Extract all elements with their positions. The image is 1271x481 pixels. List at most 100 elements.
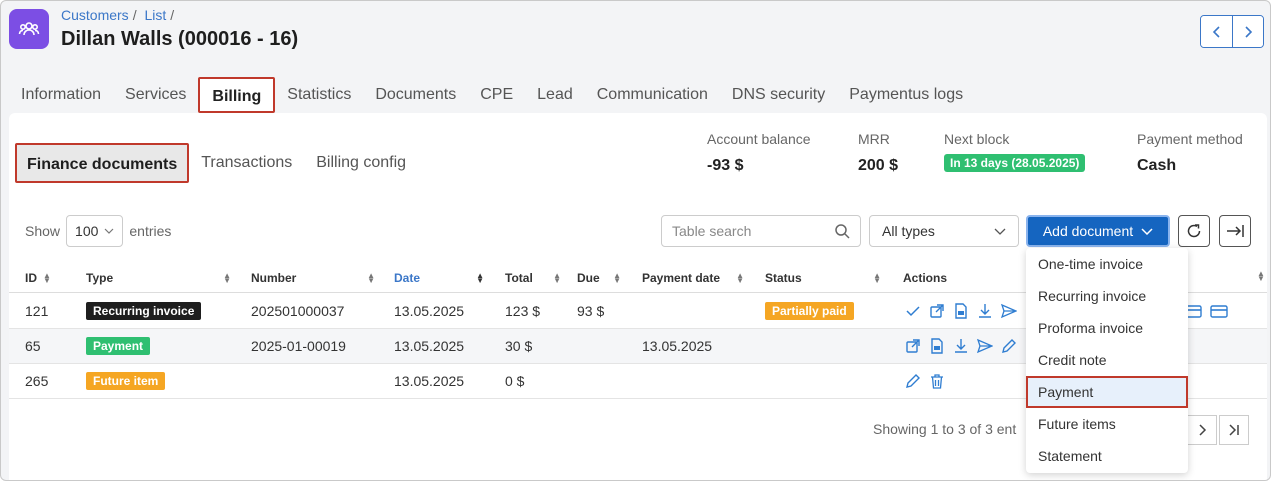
edit-icon[interactable] [905,373,921,389]
add-document-label: Add document [1042,223,1134,239]
next-page-button[interactable] [1187,415,1217,445]
row-actions [905,303,1017,319]
next-block-badge: In 13 days (28.05.2025) [944,154,1086,172]
external-link-icon[interactable] [929,303,945,319]
table-search-input[interactable]: Table search [661,215,861,247]
tab-communication[interactable]: Communication [585,77,720,113]
tab-statistics[interactable]: Statistics [275,77,363,113]
last-page-button[interactable] [1219,415,1249,445]
search-icon [835,224,850,239]
record-nav [1200,15,1264,48]
export-button[interactable] [1219,215,1251,247]
pdf-icon[interactable] [953,303,969,319]
th-total[interactable]: Total ▲ ▼ [505,271,561,285]
next-record-button[interactable] [1232,16,1263,47]
users-icon [9,9,49,49]
cell-date: 13.05.2025 [394,373,465,389]
tab-billing[interactable]: Billing [198,77,276,113]
send-icon[interactable] [977,338,993,354]
menu-item-one-time-invoice[interactable]: One-time invoice [1026,248,1188,280]
tab-documents[interactable]: Documents [363,77,468,113]
external-link-icon[interactable] [905,338,921,354]
window: Customers / List / Dillan Walls (000016 - … [0,0,1271,481]
chevron-right-icon [1199,424,1207,436]
types-select[interactable]: All types [869,215,1019,247]
th-id[interactable]: ID ▲ ▼ [25,271,51,285]
menu-item-credit-note[interactable]: Credit note [1026,344,1188,376]
account-balance: Account balance -93 $ [707,131,811,175]
export-icon [1227,225,1244,237]
th-due[interactable]: Due ▲ ▼ [577,271,621,285]
refresh-button[interactable] [1178,215,1210,247]
chevron-left-icon [1212,25,1220,38]
type-badge: Future item [86,372,166,390]
breadcrumb: Customers / List / [61,7,175,23]
menu-item-statement[interactable]: Statement [1026,440,1188,472]
table-info: Showing 1 to 3 of 3 ent [873,421,1017,437]
check-icon[interactable] [905,303,921,319]
payment-method-value: Cash [1137,157,1177,174]
add-document-menu: One-time invoice Recurring invoice Profo… [1026,248,1188,473]
breadcrumb-list[interactable]: List [144,7,166,23]
row-actions-extra [1184,303,1228,319]
menu-item-payment[interactable]: Payment [1026,376,1188,408]
cell-date: 13.05.2025 [394,338,465,354]
pdf-icon[interactable] [929,338,945,354]
send-icon[interactable] [1001,303,1017,319]
menu-item-recurring-invoice[interactable]: Recurring invoice [1026,280,1188,312]
prev-record-button[interactable] [1201,16,1232,47]
cell-total: 30 $ [505,338,533,354]
entries-value: 100 [75,223,99,239]
status-badge: Partially paid [765,302,854,320]
next-block: Next block In 13 days (28.05.2025) [944,131,1086,172]
breadcrumb-customers[interactable]: Customers [61,7,129,23]
th-date[interactable]: Date ▲ ▼ [394,271,484,285]
account-balance-label: Account balance [707,131,811,147]
entries-select[interactable]: 100 [66,215,124,247]
th-payment-date[interactable]: Payment date ▲ ▼ [642,271,744,285]
add-document-button[interactable]: Add document [1026,215,1170,247]
subtab-billing-config[interactable]: Billing config [304,143,418,183]
table-search-placeholder: Table search [672,223,752,239]
cell-id: 65 [25,338,41,354]
menu-item-future-items[interactable]: Future items [1026,408,1188,440]
row-actions [905,338,1017,354]
tab-lead[interactable]: Lead [525,77,585,113]
th-type[interactable]: Type ▲ ▼ [86,271,231,285]
cell-id: 121 [25,303,49,319]
card-icon[interactable] [1210,303,1228,319]
billing-subtabs: Finance documents Transactions Billing c… [15,143,418,183]
cell-id: 265 [25,373,49,389]
cell-payment-date: 13.05.2025 [642,338,713,354]
next-block-label: Next block [944,131,1010,147]
payment-method-label: Payment method [1137,131,1243,147]
subtab-finance-documents[interactable]: Finance documents [15,143,190,183]
tab-services[interactable]: Services [113,77,198,113]
th-status[interactable]: Status ▲ ▼ [765,271,881,285]
tab-information[interactable]: Information [9,77,113,113]
entries-control: Show 100 entries [25,215,171,247]
download-icon[interactable] [977,303,993,319]
subtab-transactions[interactable]: Transactions [189,143,304,183]
menu-item-proforma-invoice[interactable]: Proforma invoice [1026,312,1188,344]
type-badge: Payment [86,337,151,355]
th-number[interactable]: Number ▲ ▼ [251,271,375,285]
cell-total: 0 $ [505,373,525,389]
cell-number[interactable]: 2025-01-00019 [251,338,346,354]
tab-dns-security[interactable]: DNS security [720,77,837,113]
edit-icon[interactable] [1001,338,1017,354]
th-actions: Actions [903,271,948,285]
row-actions [905,373,945,389]
types-value: All types [882,223,935,239]
cell-date: 13.05.2025 [394,303,465,319]
tab-paymentus-logs[interactable]: Paymentus logs [837,77,975,113]
th-extra-sort[interactable]: ▲ ▼ [1251,270,1265,283]
chevron-down-icon [994,228,1006,235]
mrr-label: MRR [858,131,890,147]
download-icon[interactable] [953,338,969,354]
trash-icon[interactable] [929,373,945,389]
chevron-down-icon [1141,227,1153,235]
tab-cpe[interactable]: CPE [468,77,525,113]
cell-number[interactable]: 202501000037 [251,303,344,319]
payment-method: Payment method Cash [1137,131,1243,175]
